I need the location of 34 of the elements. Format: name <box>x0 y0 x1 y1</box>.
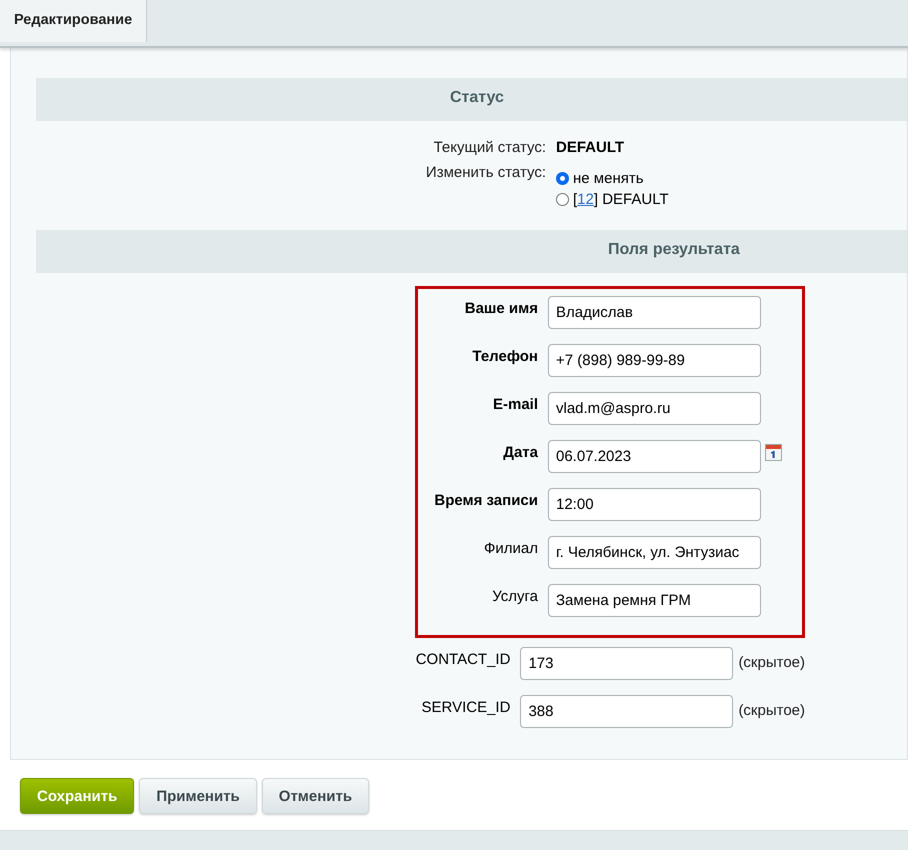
input-field[interactable]: 12:00 <box>548 488 761 521</box>
input-field[interactable]: 388 <box>520 695 734 728</box>
calendar-icon[interactable] <box>765 444 782 461</box>
section-header: Статус <box>36 78 907 121</box>
hidden-note: (скрытое) <box>738 702 805 719</box>
status-value: DEFAULT <box>556 139 624 156</box>
field-label: Дата <box>502 443 539 461</box>
radio-button[interactable] <box>556 172 569 185</box>
field-label: Изменить статус: <box>424 164 547 183</box>
input-field[interactable]: Владислав <box>548 296 761 329</box>
field-label: Время записи <box>433 491 539 509</box>
input-field[interactable]: г. Челябинск, ул. Энтузиас <box>548 536 761 569</box>
field-label: CONTACT_ID <box>415 650 512 668</box>
field-label: SERVICE_ID <box>420 698 512 716</box>
input-field[interactable]: vlad.m@aspro.ru <box>548 392 761 425</box>
field-label: Текущий статус: <box>432 139 547 156</box>
input-field[interactable]: +7 (898) 989-99-89 <box>548 344 761 377</box>
tab[interactable]: Редактирование <box>0 0 148 42</box>
radio-button[interactable] <box>556 193 569 206</box>
input-field[interactable]: 173 <box>520 647 734 680</box>
field-label: Ваше имя <box>464 299 539 317</box>
field-label: Услуга <box>491 587 539 605</box>
input-field[interactable]: Замена ремня ГРМ <box>548 584 761 617</box>
field-label: Телефон <box>471 347 539 365</box>
field-label: Филиал <box>482 539 539 557</box>
radio-label: [12] DEFAULT <box>573 191 669 208</box>
radio-label: не менять <box>573 170 644 187</box>
field-label: E-mail <box>492 395 539 413</box>
section-header: Поля результата <box>36 230 907 273</box>
hidden-note: (скрытое) <box>738 654 805 671</box>
status-link[interactable]: 12 <box>577 191 594 208</box>
action-button[interactable]: Применить <box>139 778 257 814</box>
action-button[interactable]: Отменить <box>262 778 370 814</box>
input-field[interactable]: 06.07.2023 <box>548 440 761 473</box>
